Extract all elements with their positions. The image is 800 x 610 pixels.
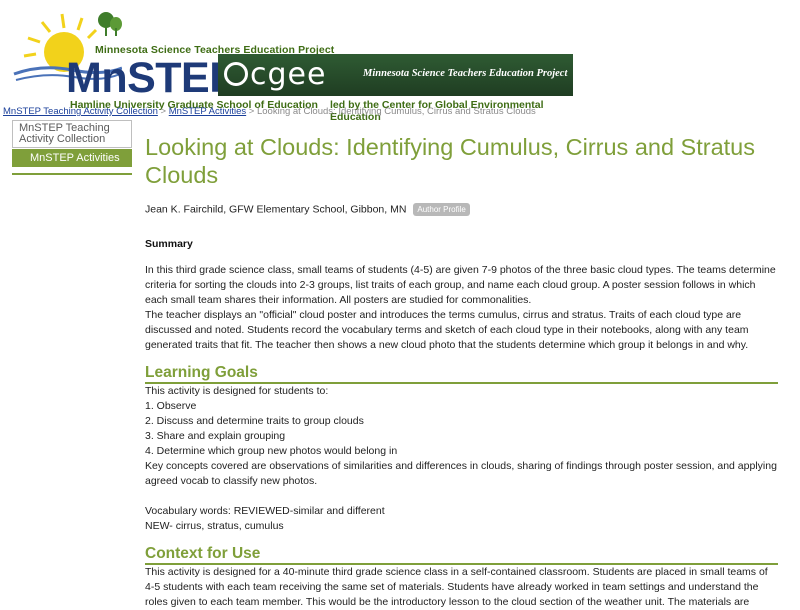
- globe-icon: [224, 62, 248, 86]
- breadcrumb-link-collection[interactable]: MnSTEP Teaching Activity Collection: [3, 106, 158, 117]
- author-row: Jean K. Fairchild, GFW Elementary School…: [145, 203, 778, 216]
- context-heading: Context for Use: [145, 544, 778, 565]
- mnstep-logo[interactable]: Minnesota Science Teachers Education Pro…: [8, 8, 578, 123]
- vocabulary-line-2: NEW- cirrus, stratus, cumulus: [145, 520, 284, 532]
- summary-heading: Summary: [145, 238, 193, 250]
- summary-paragraph-2: The teacher displays an "official" cloud…: [145, 309, 749, 351]
- learning-goal-item: 4. Determine which group new photos woul…: [145, 445, 398, 457]
- breadcrumb-link-activities[interactable]: MnSTEP Activities: [169, 106, 246, 117]
- page-title: Looking at Clouds: Identifying Cumulus, …: [145, 134, 756, 188]
- key-concepts-text: Key concepts covered are observations of…: [145, 460, 777, 487]
- context-paragraph: This activity is designed for a 40-minut…: [145, 566, 768, 608]
- author-profile-button[interactable]: Author Profile: [413, 203, 470, 216]
- breadcrumb-sep: >: [157, 106, 169, 117]
- cgee-logo: cgee: [224, 57, 326, 92]
- breadcrumb-current: Looking at Clouds: Identifying Cumulus, …: [256, 106, 536, 117]
- sidebar-item-activities[interactable]: MnSTEP Activities: [12, 149, 132, 167]
- cgee-banner: cgee Minnesota Science Teachers Educatio…: [218, 54, 573, 96]
- vocabulary-line-1: Vocabulary words: REVIEWED-similar and d…: [145, 505, 385, 517]
- cgee-tagline: Minnesota Science Teachers Education Pro…: [363, 68, 568, 79]
- breadcrumb-sep: >: [246, 106, 257, 117]
- summary-paragraph-1: In this third grade science class, small…: [145, 264, 776, 306]
- mnstep-wordmark: MnSTEP: [66, 54, 238, 102]
- learning-goal-item: 1. Observe: [145, 400, 197, 412]
- main-content: Looking at Clouds: Identifying Cumulus, …: [145, 133, 778, 610]
- sidebar-divider: [12, 173, 132, 175]
- learning-goals-heading: Learning Goals: [145, 363, 778, 384]
- learning-goal-item: 2. Discuss and determine traits to group…: [145, 415, 364, 427]
- sidebar: MnSTEP Teaching Activity Collection MnST…: [12, 120, 132, 175]
- learning-goal-item: 3. Share and explain grouping: [145, 430, 286, 442]
- author-text: Jean K. Fairchild, GFW Elementary School…: [145, 203, 407, 216]
- breadcrumb: MnSTEP Teaching Activity Collection > Mn…: [3, 106, 536, 117]
- sidebar-item-collection[interactable]: MnSTEP Teaching Activity Collection: [12, 120, 132, 148]
- site-header: Minnesota Science Teachers Education Pro…: [0, 0, 800, 123]
- learning-goals-intro: This activity is designed for students t…: [145, 385, 329, 397]
